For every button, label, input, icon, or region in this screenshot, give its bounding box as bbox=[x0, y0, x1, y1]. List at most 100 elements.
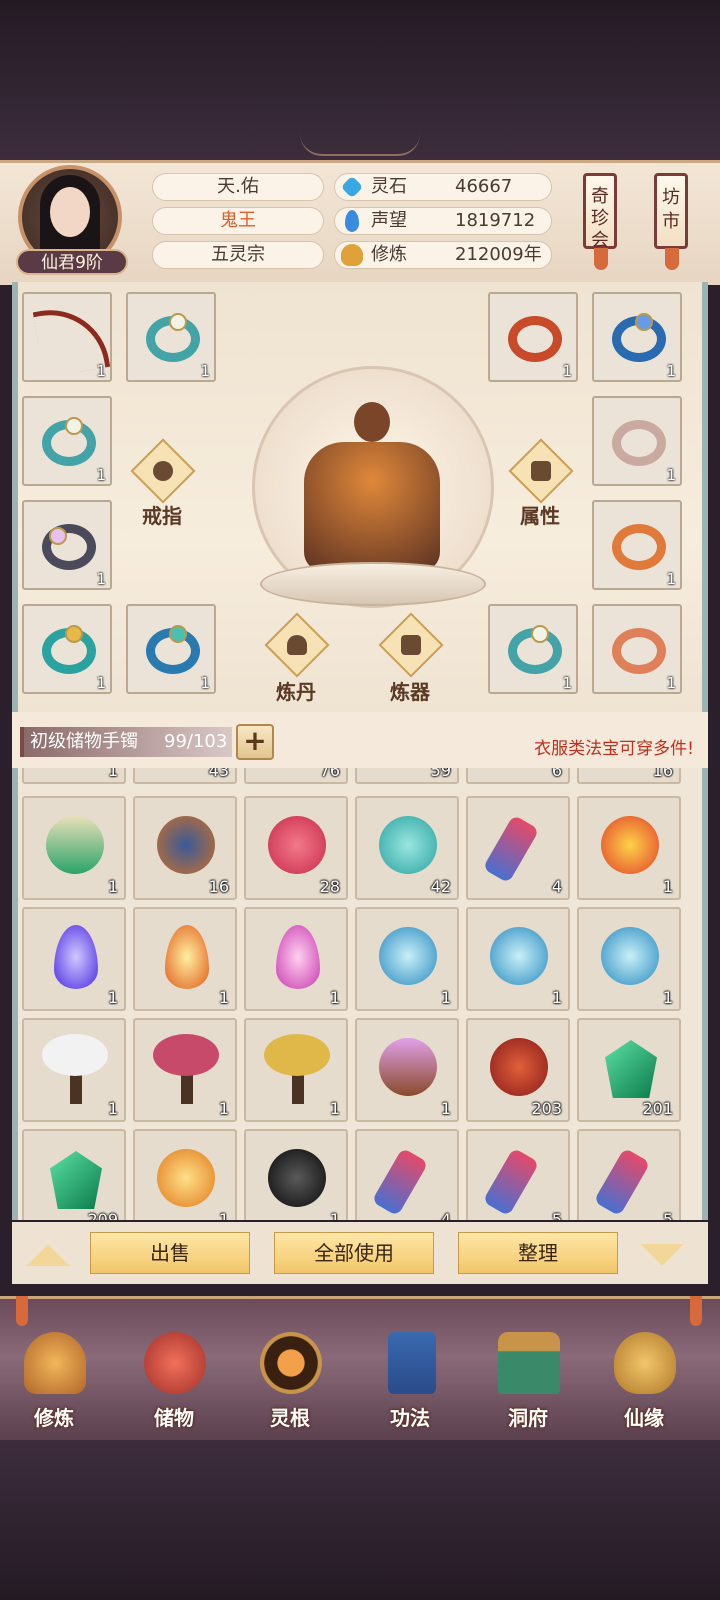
inventory-cell[interactable]: 1 bbox=[244, 1018, 348, 1122]
pedestal bbox=[260, 562, 486, 606]
inventory-cell[interactable]: 1 bbox=[577, 796, 681, 900]
item-count: 1 bbox=[440, 1099, 451, 1118]
gold-tree-icon bbox=[264, 1034, 330, 1076]
item-count: 59 bbox=[430, 768, 451, 780]
red-lotus-icon bbox=[268, 816, 326, 874]
inventory-cell[interactable]: 1 bbox=[355, 907, 459, 1011]
equip-slot-ring[interactable]: 1 bbox=[592, 396, 682, 486]
inventory-cell[interactable]: 1 bbox=[133, 1018, 237, 1122]
inventory-cell[interactable]: 1 bbox=[22, 768, 126, 784]
equip-slot-ring[interactable]: 1 bbox=[488, 604, 578, 694]
water-drop-icon bbox=[601, 927, 659, 985]
item-count: 203 bbox=[531, 1099, 562, 1118]
cultivation-icon bbox=[341, 244, 363, 266]
inventory-cell[interactable]: 16 bbox=[577, 768, 681, 784]
inventory-cell[interactable]: 16 bbox=[133, 796, 237, 900]
sell-button[interactable]: 出售 bbox=[90, 1232, 250, 1274]
item-count: 1 bbox=[329, 988, 340, 1007]
equip-slot-ring[interactable]: 1 bbox=[592, 292, 682, 382]
attributes-icon bbox=[531, 461, 551, 481]
blue-ring-icon bbox=[146, 625, 200, 674]
jade-wave-icon bbox=[379, 816, 437, 874]
slot-count: 1 bbox=[666, 362, 676, 380]
inventory-cell[interactable]: 4 bbox=[355, 1129, 459, 1220]
inventory-cell[interactable]: 1 bbox=[133, 907, 237, 1011]
inventory-cell[interactable]: 4 bbox=[466, 796, 570, 900]
expand-bag-button[interactable]: + bbox=[236, 724, 274, 760]
jade-ring-icon bbox=[42, 417, 96, 466]
nav-label: 洞府 bbox=[508, 1406, 548, 1430]
inventory-cell[interactable]: 5 bbox=[577, 1129, 681, 1220]
equip-slot-bow[interactable]: 1 bbox=[22, 292, 112, 382]
inventory-cell[interactable]: 43 bbox=[133, 768, 237, 784]
slot-count: 1 bbox=[200, 674, 210, 692]
bag-capacity: 99/103 bbox=[164, 731, 228, 752]
treasure-auction-button[interactable]: 奇珍会 bbox=[583, 173, 617, 270]
spirit-stone-icon bbox=[340, 175, 364, 199]
inventory-cell[interactable]: 1 bbox=[244, 907, 348, 1011]
inventory-cell[interactable]: 1 bbox=[133, 1129, 237, 1220]
treasure-scroll-icon bbox=[371, 1147, 429, 1217]
pearl-ring-icon bbox=[42, 524, 96, 570]
equip-slot-ring[interactable]: 1 bbox=[126, 292, 216, 382]
scroll-up-icon[interactable] bbox=[26, 1244, 70, 1266]
inventory-cell[interactable]: 1 bbox=[577, 907, 681, 1011]
slot-count: 1 bbox=[96, 466, 106, 484]
nav-techniques[interactable]: 功法 bbox=[360, 1322, 460, 1432]
blue-flame-icon bbox=[54, 925, 98, 989]
inventory-cell[interactable]: 1 bbox=[22, 1018, 126, 1122]
item-count: 1 bbox=[107, 768, 118, 780]
nav-cultivation[interactable]: 修炼 bbox=[4, 1322, 104, 1432]
inventory-cell[interactable]: 201 bbox=[577, 1018, 681, 1122]
resource-value: 46667 bbox=[455, 176, 513, 197]
market-button[interactable]: 坊市 bbox=[654, 173, 688, 270]
water-drop-icon bbox=[490, 927, 548, 985]
use-all-button[interactable]: 全部使用 bbox=[274, 1232, 434, 1274]
alchemy-action-label: 炼丹 bbox=[276, 680, 316, 704]
item-count: 209 bbox=[87, 1210, 118, 1220]
inventory-cell[interactable]: 5 bbox=[466, 1129, 570, 1220]
scroll-down-icon[interactable] bbox=[640, 1244, 684, 1266]
item-count: 4 bbox=[440, 1210, 451, 1220]
inventory-cell[interactable]: 203 bbox=[466, 1018, 570, 1122]
item-count: 1 bbox=[662, 877, 673, 896]
nav-spirit-root[interactable]: 灵根 bbox=[240, 1322, 340, 1432]
equip-slot-ring[interactable]: 1 bbox=[22, 604, 112, 694]
forging-action-label: 炼器 bbox=[390, 680, 430, 704]
resource-value: 212009年 bbox=[455, 244, 542, 265]
market-label: 坊市 bbox=[662, 187, 680, 232]
nav-label: 修炼 bbox=[34, 1406, 74, 1430]
inventory-cell[interactable]: 6 bbox=[466, 768, 570, 784]
bottom-background bbox=[0, 1440, 720, 1600]
inventory-cell[interactable]: 1 bbox=[244, 1129, 348, 1220]
inventory-cell[interactable]: 76 bbox=[244, 768, 348, 784]
pink-flame-icon bbox=[276, 925, 320, 989]
inventory-cell[interactable]: 42 bbox=[355, 796, 459, 900]
equip-slot-ring[interactable]: 1 bbox=[488, 292, 578, 382]
resource-label: 灵石 bbox=[371, 176, 407, 197]
silver-ring-icon bbox=[612, 420, 666, 466]
equip-slot-ring[interactable]: 1 bbox=[126, 604, 216, 694]
sort-button[interactable]: 整理 bbox=[458, 1232, 618, 1274]
item-count: 16 bbox=[652, 768, 673, 780]
inventory-cell[interactable]: 28 bbox=[244, 796, 348, 900]
jade-ring-icon bbox=[146, 313, 200, 362]
inventory-cell[interactable]: 59 bbox=[355, 768, 459, 784]
slot-count: 1 bbox=[666, 570, 676, 588]
equip-slot-ring[interactable]: 1 bbox=[22, 396, 112, 486]
meditating-figure bbox=[304, 442, 440, 572]
inventory-cell[interactable]: 209 bbox=[22, 1129, 126, 1220]
nav-label: 储物 bbox=[154, 1406, 194, 1430]
inventory-cell[interactable]: 1 bbox=[22, 796, 126, 900]
item-count: 76 bbox=[319, 768, 340, 780]
inventory-cell[interactable]: 1 bbox=[22, 907, 126, 1011]
inventory-grid[interactable]: 1 43 76 59 6 16 1 16 28 42 4 1 1 1 1 1 1 1 1 1 1 1 203 201 209 1 1… bbox=[12, 768, 708, 1220]
inventory-cell[interactable]: 1 bbox=[466, 907, 570, 1011]
equip-slot-ring[interactable]: 1 bbox=[22, 500, 112, 590]
inventory-cell[interactable]: 1 bbox=[355, 1018, 459, 1122]
nav-cave-dwelling[interactable]: 洞府 bbox=[478, 1322, 578, 1432]
equip-slot-ring[interactable]: 1 bbox=[592, 604, 682, 694]
nav-storage[interactable]: 储物 bbox=[124, 1322, 224, 1432]
nav-immortal-fate[interactable]: 仙缘 bbox=[594, 1322, 694, 1432]
equip-slot-ring[interactable]: 1 bbox=[592, 500, 682, 590]
